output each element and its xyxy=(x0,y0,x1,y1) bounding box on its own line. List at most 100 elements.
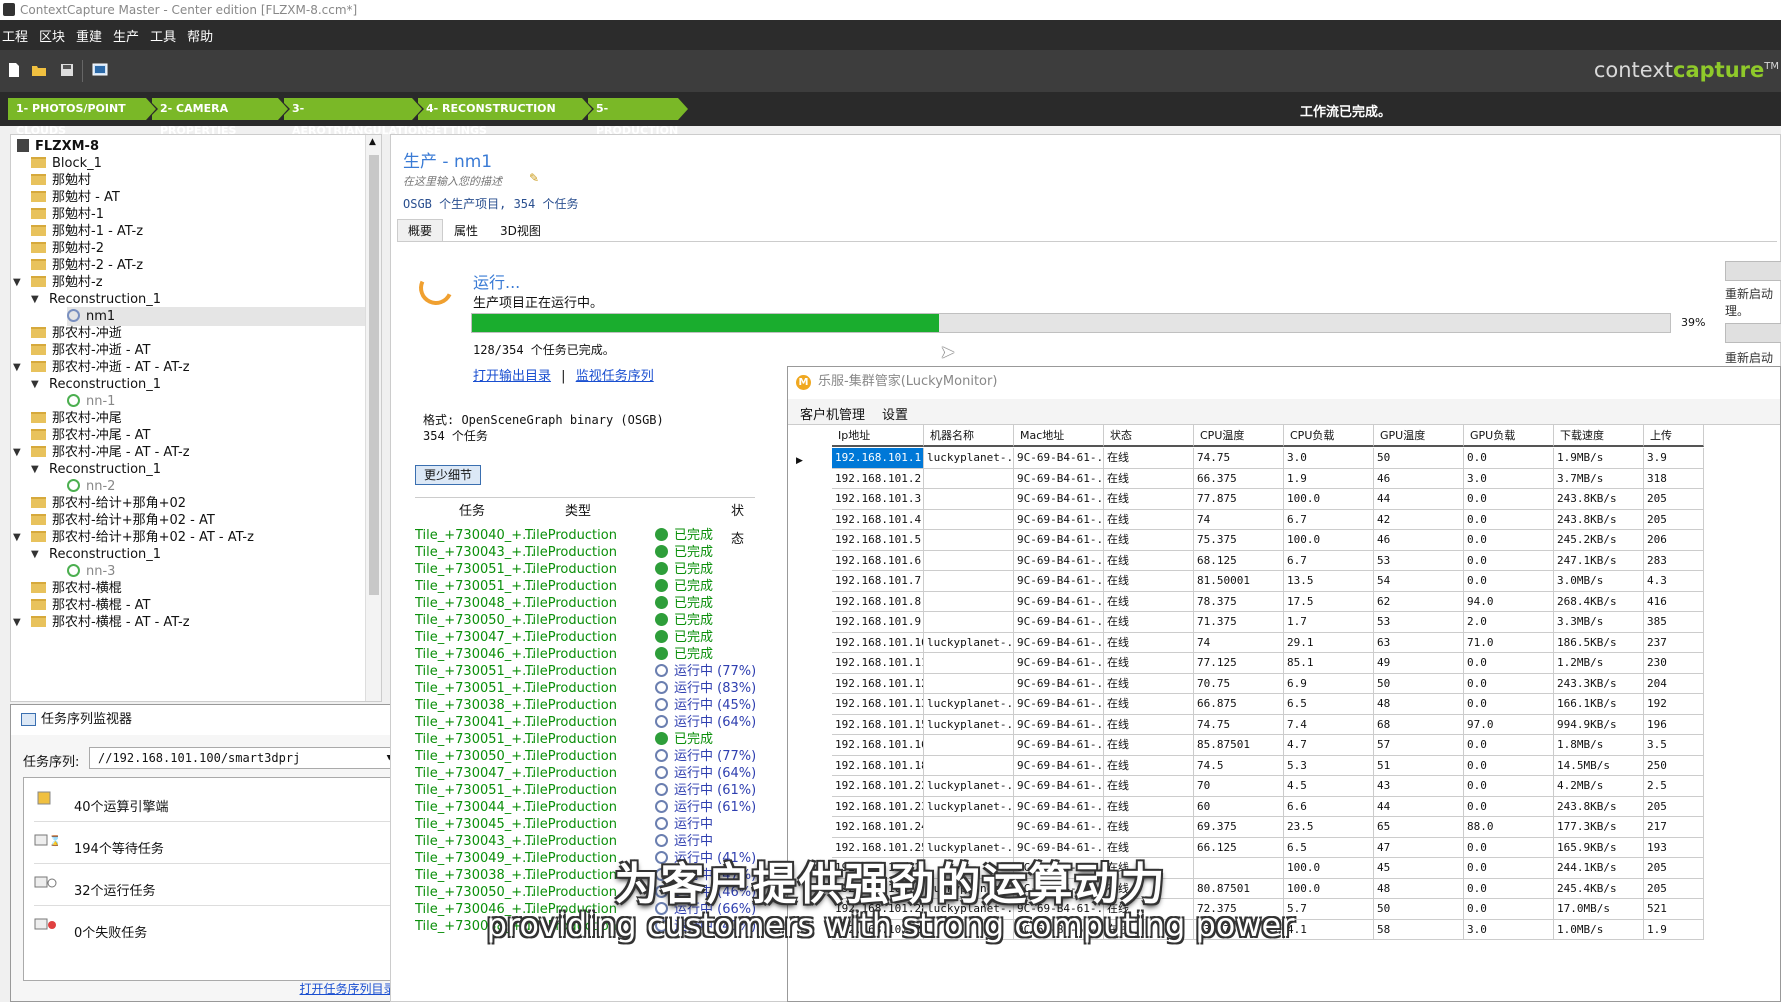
grid-row[interactable]: 192.168.101.16 9C-69-B4-61-...在线85.875014… xyxy=(788,735,1780,756)
grid-row[interactable]: 192.168.101.22luckyplanet-...9C-69-B4-61… xyxy=(788,776,1780,797)
column-header-type[interactable]: 类型 xyxy=(565,498,591,526)
step-aerotriangulation[interactable]: 3- AEROTRIANGULATION xyxy=(284,98,426,137)
grid-cell xyxy=(924,530,1014,551)
tab-properties[interactable]: 属性 xyxy=(443,219,489,241)
grid-column-header[interactable]: GPU负载 xyxy=(1464,425,1554,447)
menu-help[interactable]: 帮助 xyxy=(187,26,213,45)
grid-row[interactable]: 192.168.101.10luckyplanet-...9C-69-B4-61… xyxy=(788,632,1780,653)
grid-row[interactable]: 192.168.101.13luckyplanet-...9C-69-B4-61… xyxy=(788,694,1780,715)
tree-scrollbar[interactable]: ▲ xyxy=(365,135,381,701)
menu-project[interactable]: 工程 xyxy=(2,26,28,45)
open-folder-icon[interactable] xyxy=(31,62,47,78)
expand-caret-icon[interactable]: ▼ xyxy=(31,379,39,390)
toolbar-divider xyxy=(82,60,83,82)
expand-caret-icon[interactable]: ▼ xyxy=(13,617,21,628)
menu-block[interactable]: 区块 xyxy=(39,26,65,45)
grid-cell xyxy=(924,489,1014,510)
grid-row[interactable]: 192.168.101.8 9C-69-B4-61-...在线78.37517.5… xyxy=(788,591,1780,612)
menu-tools[interactable]: 工具 xyxy=(150,26,176,45)
grid-cell: luckyplanet-... xyxy=(924,776,1014,797)
grid-column-header[interactable]: CPU负载 xyxy=(1284,425,1374,447)
grid-cell: 60 xyxy=(1194,796,1284,817)
grid-column-header[interactable]: 状态 xyxy=(1104,425,1194,447)
expand-caret-icon[interactable]: ▼ xyxy=(13,532,21,543)
grid-row[interactable]: 192.168.101.24 9C-69-B4-61-...在线69.37523.… xyxy=(788,817,1780,838)
expand-caret-icon[interactable]: ▼ xyxy=(13,447,21,458)
toolbar xyxy=(0,50,1781,92)
monitor-icon[interactable] xyxy=(92,62,108,78)
grid-row[interactable]: 192.168.101.15luckyplanet-...9C-69-B4-61… xyxy=(788,714,1780,735)
task-count: 128/354 个任务已完成。 xyxy=(473,343,615,357)
run-status-text: 生产项目正在运行中。 xyxy=(473,296,604,311)
grid-row[interactable]: 192.168.101.6 9C-69-B4-61-...在线68.1256.75… xyxy=(788,550,1780,571)
grid-column-header[interactable]: 机器名称 xyxy=(924,425,1014,447)
grid-cell: 68.125 xyxy=(1194,550,1284,571)
expand-caret-icon[interactable]: ▼ xyxy=(31,464,39,475)
grid-column-header[interactable]: CPU温度 xyxy=(1194,425,1284,447)
grid-row[interactable]: 192.168.101.3 9C-69-B4-61-...在线77.875100.… xyxy=(788,489,1780,510)
step-photos[interactable]: 1- PHOTOS/POINT CLOUDS xyxy=(8,98,158,137)
task-status-label: 已完成 xyxy=(674,579,714,594)
monitor-queue-link[interactable]: 监视任务序列 xyxy=(576,369,654,384)
pencil-icon[interactable]: ✎ xyxy=(529,171,539,185)
engine-icon xyxy=(37,791,51,805)
grid-row[interactable]: 192.168.101.1luckyplanet-...9C-69-B4-61-… xyxy=(788,448,1780,469)
menu-settings[interactable]: 设置 xyxy=(882,404,908,423)
step-reconstruction-settings[interactable]: 4- RECONSTRUCTION SETTINGS xyxy=(418,98,594,137)
run-status-title: 运行... xyxy=(473,273,521,292)
scroll-up-icon[interactable]: ▲ xyxy=(369,137,376,147)
grid-row[interactable]: 192.168.101.12 9C-69-B4-61-...在线70.756.95… xyxy=(788,673,1780,694)
grid-cell: 94.0 xyxy=(1464,591,1554,612)
grid-row[interactable]: 192.168.101.7 9C-69-B4-61-...在线81.5000113… xyxy=(788,571,1780,592)
tab-overview[interactable]: 概要 xyxy=(397,219,444,241)
open-output-dir-link[interactable]: 打开输出目录 xyxy=(473,369,551,384)
grid-cell: 70.75 xyxy=(1194,673,1284,694)
description-field[interactable]: 在这里输入您的描述 xyxy=(403,173,502,189)
production-done-icon xyxy=(67,479,80,492)
grid-cell: 192.168.101.7 xyxy=(832,571,924,592)
grid-row[interactable]: 192.168.101.23luckyplanet-...9C-69-B4-61… xyxy=(788,796,1780,817)
grid-row[interactable]: 192.168.101.2 9C-69-B4-61-...在线66.3751.94… xyxy=(788,468,1780,489)
window-titlebar: ContextCapture Master - Center edition [… xyxy=(0,0,1781,20)
menu-production[interactable]: 生产 xyxy=(113,26,139,45)
new-file-icon[interactable] xyxy=(6,62,22,78)
grid-cell: 在线 xyxy=(1104,489,1194,510)
project-icon xyxy=(17,139,29,152)
grid-column-header[interactable]: Mac地址 xyxy=(1014,425,1104,447)
grid-row[interactable]: 192.168.101.4 9C-69-B4-61-...在线746.7420.0… xyxy=(788,509,1780,530)
menu-client-management[interactable]: 客户机管理 xyxy=(800,404,865,423)
column-header-status[interactable]: 状态 xyxy=(731,498,755,547)
running-icon xyxy=(655,800,668,813)
expand-caret-icon[interactable]: ▼ xyxy=(31,549,39,560)
less-details-button[interactable]: 更少细节 xyxy=(415,465,482,485)
expand-caret-icon[interactable]: ▼ xyxy=(31,294,39,305)
grid-cell: 70 xyxy=(1194,776,1284,797)
grid-row[interactable]: 192.168.101.5 9C-69-B4-61-...在线75.375100.… xyxy=(788,530,1780,551)
grid-cell: 66.375 xyxy=(1194,468,1284,489)
tree-scrollbar-thumb[interactable] xyxy=(369,155,379,595)
tree-item[interactable]: 那农村-横棍 - AT - AT-z xyxy=(31,613,190,632)
grid-row[interactable]: 192.168.101.18 9C-69-B4-61-...在线74.55.351… xyxy=(788,755,1780,776)
restart-button-2[interactable] xyxy=(1725,323,1781,343)
folder-icon xyxy=(31,242,46,253)
grid-column-header[interactable]: GPU温度 xyxy=(1374,425,1464,447)
grid-row[interactable]: 192.168.101.11 9C-69-B4-61-...在线77.12585.… xyxy=(788,653,1780,674)
project-tree[interactable]: FLZXM-8 Block_1 那勉村 那勉村 - AT 那勉村-1 那勉村-1 - AT… xyxy=(10,134,382,702)
save-icon[interactable] xyxy=(59,62,75,78)
queue-select[interactable]: //192.168.101.100/smart3dprj ▼ xyxy=(89,747,399,769)
step-production[interactable]: 5- PRODUCTION xyxy=(588,98,690,137)
expand-caret-icon[interactable]: ▼ xyxy=(13,362,21,373)
grid-row[interactable]: 192.168.101.9 9C-69-B4-61-...在线71.3751.75… xyxy=(788,612,1780,633)
grid-column-header[interactable]: 下载速度 xyxy=(1554,425,1644,447)
menu-reconstruction[interactable]: 重建 xyxy=(76,26,102,45)
restart-button-1[interactable] xyxy=(1725,261,1781,281)
column-header-task[interactable]: 任务 xyxy=(459,498,485,526)
task-status-label: 已完成 xyxy=(674,545,714,560)
tab-3d-view[interactable]: 3D视图 xyxy=(489,219,552,241)
expand-caret-icon[interactable]: ▼ xyxy=(13,277,21,288)
step-camera-properties[interactable]: 2- CAMERA PROPERTIES xyxy=(152,98,290,137)
workflow-steps-bar: 1- PHOTOS/POINT CLOUDS 2- CAMERA PROPERT… xyxy=(0,92,1781,137)
grid-cell: 在线 xyxy=(1104,776,1194,797)
grid-column-header[interactable]: 上传 xyxy=(1644,425,1704,447)
grid-column-header[interactable]: Ip地址 xyxy=(832,425,924,447)
